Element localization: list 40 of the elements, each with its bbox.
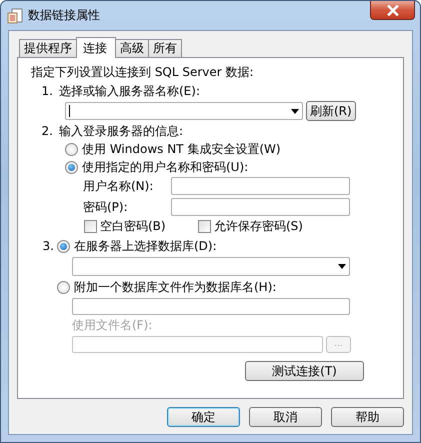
username-field[interactable] [171,177,350,195]
password-label: 密码(P): [83,200,129,214]
database-name-field[interactable] [72,298,350,315]
radio-button[interactable] [57,240,70,253]
test-connection-button[interactable]: 测试连接(T) [245,361,364,381]
tab[interactable]: 高级 [115,39,149,57]
close-button[interactable] [370,1,415,20]
username-label: 用户名称(N): [83,178,154,194]
file-name-field[interactable] [72,336,323,353]
radio-label: 使用指定的用户名称和密码(U): [82,160,248,175]
tab[interactable]: 连接 [76,37,116,58]
step-number: 3. [42,239,55,254]
checkbox-label: 允许保存密码(S) [214,219,303,234]
dialog-button[interactable]: 帮助 [331,407,404,427]
window-title: 数据链接属性 [28,7,100,24]
checkbox[interactable] [84,220,97,233]
checkbox-label: 空白密码(B) [100,219,166,234]
intro-text: 指定下列设置以连接到 SQL Server 数据: [31,65,254,80]
tab[interactable]: 提供程序 [19,39,77,57]
close-icon [386,4,398,16]
checkbox[interactable] [198,220,211,233]
radio-label: 在服务器上选择数据库(D): [74,239,217,254]
step-label: 选择或输入服务器名称(E): [59,84,200,99]
tab[interactable]: 所有 [148,39,182,57]
step-number: 2. [40,124,54,139]
document-icon [7,8,23,24]
dialog-button[interactable]: 确定 [167,407,240,427]
step-number: 1. [40,84,54,99]
radio-button[interactable] [57,281,70,294]
radio-label: 使用 Windows NT 集成安全设置(W) [82,142,281,157]
server-combo-box[interactable] [65,102,303,120]
refresh-button[interactable]: 刷新(R) [306,101,356,121]
password-field[interactable] [171,198,350,216]
dialog-button[interactable]: 取消 [249,407,322,427]
radio-label: 附加一个数据库文件作为数据库名(H): [74,280,276,295]
radio-button[interactable] [65,161,78,174]
file-name-label: 使用文件名(F): [72,318,152,333]
database-combo-box[interactable] [72,257,350,276]
step-label: 输入登录服务器的信息: [59,124,184,139]
radio-button[interactable] [65,143,78,156]
